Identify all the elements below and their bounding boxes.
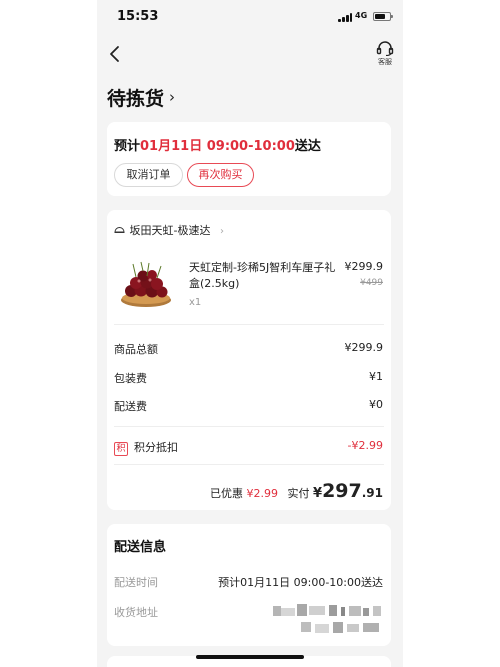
rebuy-button[interactable]: 再次购买: [187, 163, 254, 187]
store-icon: [114, 225, 126, 238]
points-deduction-row: 积积分抵扣 -¥2.99: [114, 439, 383, 456]
address-label: 收货地址: [114, 606, 158, 619]
phone-screen: 15:53 4G 客服 待拣货 › 预计01月11日 09:00-10:00送达…: [97, 0, 403, 667]
paid-currency: ¥: [313, 486, 323, 501]
signal-icon: [338, 13, 352, 22]
eta-time: 01月11日 09:00-10:00: [140, 139, 295, 154]
delivery-time-label: 配送时间: [114, 576, 158, 589]
product-name[interactable]: 天虹定制-珍稀5J智利车厘子礼盒(2.5kg): [189, 260, 339, 292]
product-image[interactable]: [117, 260, 175, 310]
delivery-info-title: 配送信息: [114, 540, 167, 555]
points-badge-icon: 积: [114, 442, 128, 456]
battery-icon: [373, 12, 393, 21]
customer-service-button[interactable]: 客服: [371, 40, 399, 70]
network-type: 4G: [355, 11, 368, 20]
summary-row-packaging: 包装费 ¥1: [114, 370, 383, 386]
store-chevron-icon: ›: [219, 226, 224, 237]
summary-row-delivery-fee: 配送费 ¥0: [114, 398, 383, 414]
home-indicator: [196, 655, 304, 659]
summary-label: 包装费: [114, 372, 147, 385]
divider: [114, 464, 384, 465]
chevron-left-icon: [110, 46, 119, 62]
cancel-order-button[interactable]: 取消订单: [114, 163, 183, 187]
product-price: ¥299.9: [344, 260, 384, 273]
summary-value: ¥299.9: [344, 341, 384, 354]
order-detail-card: 坂田天虹-极速达 › 天虹定制-珍稀5J智利车厘子礼盒(2.5kg) x1 ¥2…: [107, 210, 391, 510]
divider: [114, 324, 384, 325]
product-original-price: ¥499: [360, 278, 383, 288]
status-time: 15:53: [117, 9, 159, 24]
summary-row-subtotal: 商品总额 ¥299.9: [114, 341, 383, 357]
eta-suffix: 送达: [294, 139, 321, 154]
store-name: 坂田天虹-极速达: [129, 224, 211, 237]
product-quantity: x1: [189, 297, 202, 308]
headset-icon: [376, 41, 394, 56]
divider: [114, 426, 384, 427]
delivery-time-value: 预计01月11日 09:00-10:00送达: [218, 576, 383, 589]
eta-prefix: 预计: [114, 139, 141, 154]
summary-label: 商品总额: [114, 343, 158, 356]
discount-label: 已优惠: [210, 487, 244, 500]
paid-amount-integer: 297: [322, 480, 362, 502]
paid-label: 实付: [287, 487, 310, 500]
chevron-right-icon[interactable]: ›: [169, 88, 175, 106]
discount-value: ¥2.99: [246, 487, 279, 500]
store-link[interactable]: 坂田天虹-极速达 ›: [114, 222, 224, 238]
total-line: 已优惠 ¥2.99 实付 ¥297.91: [210, 480, 383, 502]
summary-value: ¥1: [369, 370, 383, 383]
delivery-eta: 预计01月11日 09:00-10:00送达: [114, 135, 321, 154]
delivery-info-card: 配送信息 配送时间 预计01月11日 09:00-10:00送达 收货地址: [107, 524, 391, 646]
address-redacted: [263, 604, 383, 638]
paid-amount-decimal: .91: [361, 486, 383, 500]
order-status-card: 预计01月11日 09:00-10:00送达 取消订单 再次购买: [107, 122, 391, 196]
summary-label: 配送费: [114, 400, 147, 413]
summary-value: ¥0: [369, 398, 383, 411]
status-bar: 15:53 4G: [97, 0, 403, 34]
page-title: 待拣货: [107, 88, 165, 110]
back-button[interactable]: [105, 44, 125, 64]
points-value: -¥2.99: [347, 439, 383, 452]
points-label: 积分抵扣: [134, 441, 178, 454]
customer-service-label: 客服: [378, 58, 392, 66]
